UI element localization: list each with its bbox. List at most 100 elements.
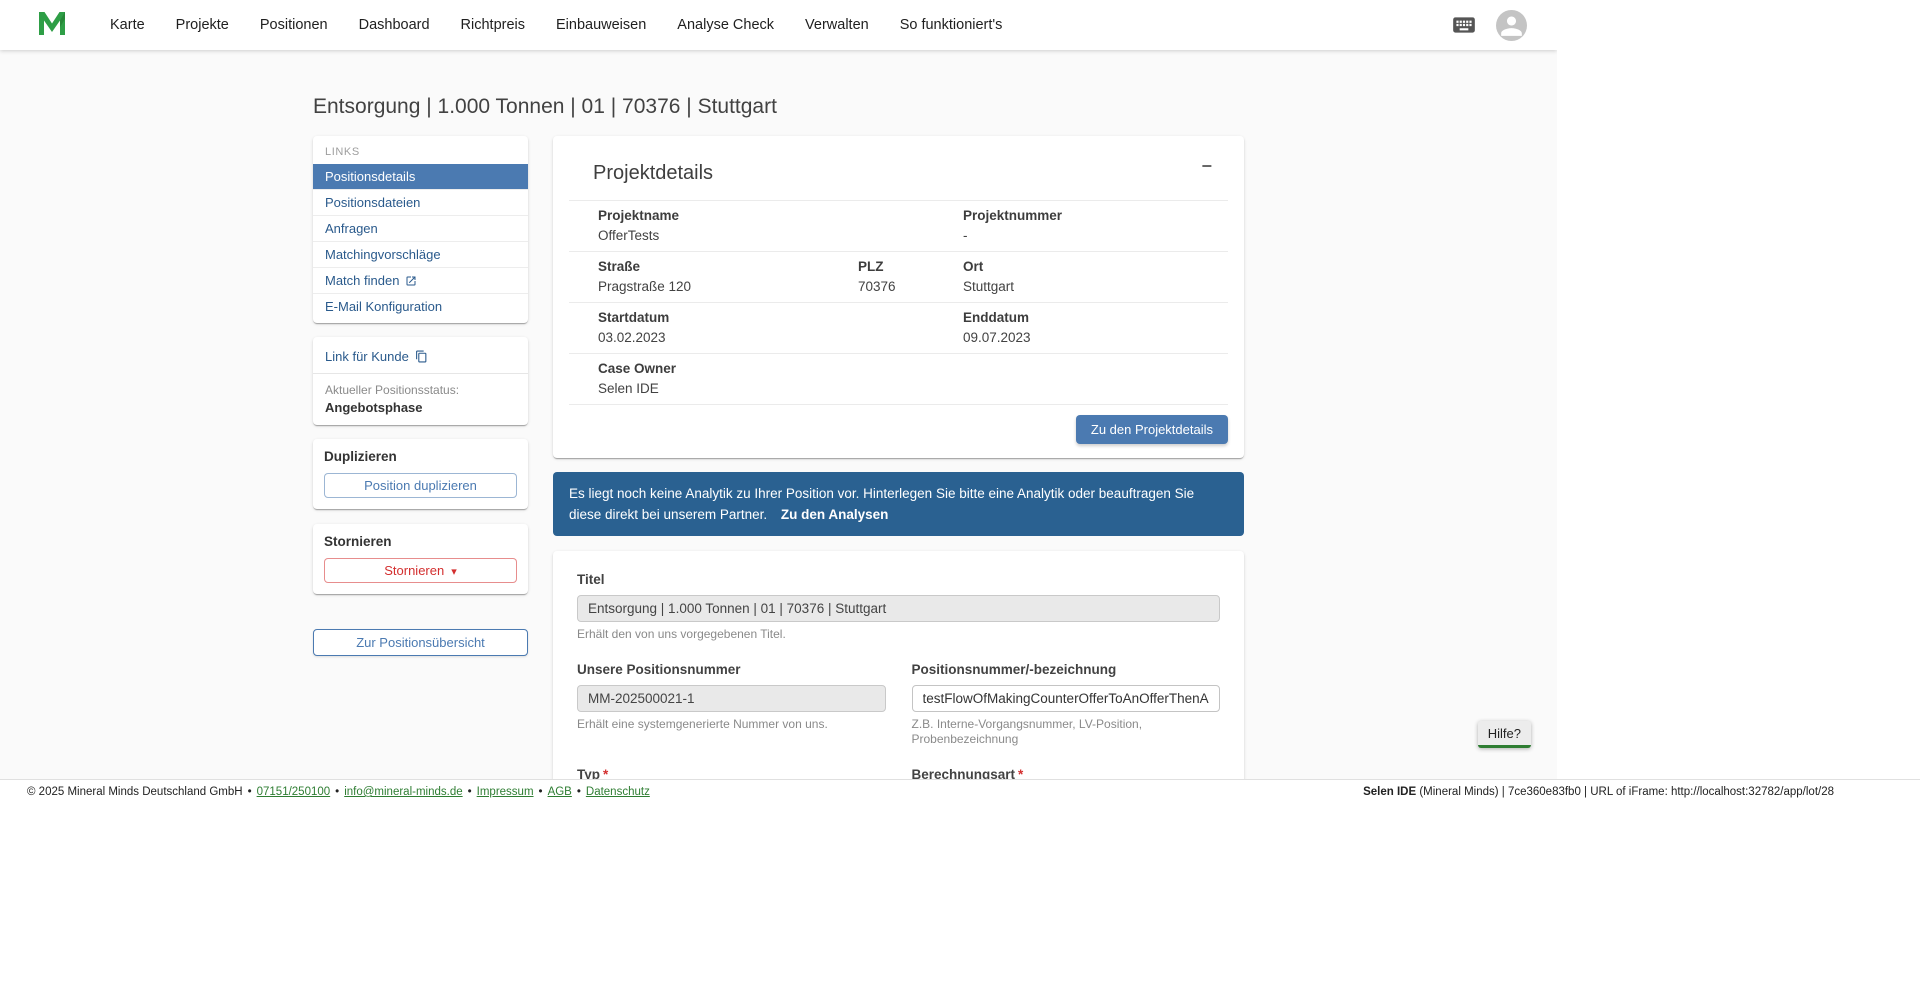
banner-analyses-link[interactable]: Zu den Analysen — [781, 507, 889, 522]
titel-label: Titel — [577, 572, 605, 587]
required-marker: * — [603, 767, 609, 779]
bezeichnung-label: Positionsnummer/-bezeichnung — [911, 662, 1117, 677]
sidebar-item-match-finden[interactable]: Match finden — [313, 267, 528, 293]
form-row: Unsere Positionsnummer Erhält eine syste… — [577, 661, 1220, 747]
footer-phone-link[interactable]: 07151/250100 — [257, 786, 331, 798]
external-link-icon — [405, 275, 417, 287]
field-label: Projektnummer — [963, 208, 1063, 223]
position-status-label: Aktueller Positionsstatus: — [325, 383, 460, 397]
sidebar-item-label: E-Mail Konfiguration — [325, 299, 443, 314]
footer-datenschutz-link[interactable]: Datenschutz — [586, 786, 650, 798]
footer-impressum-link[interactable]: Impressum — [477, 786, 534, 798]
field-label: Enddatum — [963, 310, 1029, 325]
footer-email-link[interactable]: info@mineral-minds.de — [344, 786, 462, 798]
field-label: Case Owner — [598, 361, 677, 376]
sidebar-item-positionsdetails[interactable]: Positionsdetails — [313, 164, 528, 189]
customer-link[interactable]: Link für Kunde — [313, 345, 528, 373]
footer: © 2025 Mineral Minds Deutschland GmbH • … — [0, 779, 1920, 804]
sidebar: LINKS Positionsdetails Positionsdateien … — [313, 136, 528, 656]
field-group-typ: Typ* Entsorgung ▾ Wählen Sie hier die Ar… — [577, 766, 886, 779]
field-ort: Ort Stuttgart — [963, 258, 1228, 295]
position-overview-button[interactable]: Zur Positionsübersicht — [313, 629, 528, 656]
sidebar-item-label: Matchingvorschläge — [325, 247, 441, 262]
field-label: Projektname — [598, 208, 680, 223]
positionsnummer-input — [577, 685, 886, 712]
form-row: Typ* Entsorgung ▾ Wählen Sie hier die Ar… — [577, 766, 1220, 779]
position-status-value: Angebotsphase — [325, 400, 423, 415]
field-enddatum: Enddatum 09.07.2023 — [963, 309, 1228, 346]
bezeichnung-helper: Z.B. Interne-Vorgangsnummer, LV-Position… — [911, 717, 1143, 746]
empty-cell — [963, 360, 1228, 397]
footer-user: Selen IDE — [1363, 786, 1417, 798]
copy-icon — [415, 350, 428, 363]
field-value: Stuttgart — [963, 279, 1015, 294]
field-group-titel: Titel Erhält den von uns vorgegebenen Ti… — [577, 571, 1220, 642]
user-avatar[interactable] — [1496, 9, 1527, 41]
field-plz: PLZ 70376 — [858, 258, 963, 295]
keyboard-icon[interactable] — [1451, 12, 1477, 38]
empty-cell — [858, 207, 963, 244]
field-strasse: Straße Pragstraße 120 — [569, 258, 858, 295]
field-case-owner: Case Owner Selen IDE — [569, 360, 858, 397]
nav-so-funktionierts[interactable]: So funktioniert's — [900, 17, 1003, 33]
sidebar-item-email-konfiguration[interactable]: E-Mail Konfiguration — [313, 293, 528, 319]
table-row: Startdatum 03.02.2023 Enddatum 09.07.202… — [569, 303, 1228, 354]
nav-richtpreis[interactable]: Richtpreis — [461, 17, 525, 33]
nav-analyse-check[interactable]: Analyse Check — [677, 17, 774, 33]
table-row: Projektname OfferTests Projektnummer - — [569, 200, 1228, 252]
mineral-minds-logo[interactable] — [37, 9, 67, 42]
cancel-button-label: Stornieren — [384, 563, 445, 578]
sidebar-item-matchingvorschlaege[interactable]: Matchingvorschläge — [313, 241, 528, 267]
collapse-icon[interactable]: − — [1195, 156, 1218, 176]
table-row: Straße Pragstraße 120 PLZ 70376 Ort Stut… — [569, 252, 1228, 303]
cancel-card: Stornieren Stornieren ▾ — [313, 524, 528, 594]
duplicate-position-button[interactable]: Position duplizieren — [324, 473, 517, 498]
empty-cell — [858, 360, 963, 397]
project-details-button[interactable]: Zu den Projektdetails — [1075, 415, 1228, 444]
field-startdatum: Startdatum 03.02.2023 — [569, 309, 858, 346]
nav-verwalten[interactable]: Verwalten — [805, 17, 869, 33]
field-value: Selen IDE — [598, 381, 659, 396]
footer-session-text: (Mineral Minds) | 7ce360e83fb0 | URL of … — [1416, 786, 1834, 798]
table-row: Case Owner Selen IDE — [569, 354, 1228, 405]
analytics-info-banner: Es liegt noch keine Analytik zu Ihrer Po… — [553, 472, 1244, 536]
field-label: Ort — [963, 259, 984, 274]
sidebar-item-anfragen[interactable]: Anfragen — [313, 215, 528, 241]
separator-bullet: • — [576, 786, 581, 798]
separator-bullet: • — [467, 786, 472, 798]
field-value: Pragstraße 120 — [598, 279, 692, 294]
typ-label: Typ * — [577, 766, 886, 779]
nav-dashboard[interactable]: Dashboard — [359, 17, 430, 33]
nav-karte[interactable]: Karte — [110, 17, 145, 33]
bezeichnung-input[interactable] — [911, 685, 1220, 712]
cancel-position-button[interactable]: Stornieren ▾ — [324, 558, 517, 583]
empty-cell — [858, 309, 963, 346]
nav-projekte[interactable]: Projekte — [176, 17, 229, 33]
footer-agb-link[interactable]: AGB — [548, 786, 572, 798]
sidebar-item-positionsdateien[interactable]: Positionsdateien — [313, 189, 528, 215]
separator-bullet: • — [538, 786, 543, 798]
links-card: LINKS Positionsdetails Positionsdateien … — [313, 136, 528, 323]
help-button[interactable]: Hilfe? — [1477, 721, 1531, 748]
customer-link-label: Link für Kunde — [325, 349, 409, 364]
field-value: 03.02.2023 — [598, 330, 666, 345]
nav-positionen[interactable]: Positionen — [260, 17, 328, 33]
caret-down-icon: ▾ — [451, 566, 457, 578]
position-form-card: Titel Erhält den von uns vorgegebenen Ti… — [553, 551, 1244, 779]
project-details-title: Projektdetails — [593, 162, 714, 184]
sidebar-item-label: Positionsdetails — [325, 169, 416, 184]
berechnungsart-label: Berechnungsart * — [912, 766, 1221, 779]
required-marker: * — [1018, 767, 1024, 779]
sidebar-item-label: Positionsdateien — [325, 195, 421, 210]
positionsnummer-label: Unsere Positionsnummer — [577, 662, 741, 677]
project-details-card: − Projektdetails Projektname OfferTests … — [553, 136, 1244, 458]
footer-info: © 2025 Mineral Minds Deutschland GmbH • … — [27, 786, 650, 798]
field-value: 70376 — [858, 279, 896, 294]
separator-bullet: • — [335, 786, 340, 798]
status-card: Link für Kunde Aktueller Positionsstatus… — [313, 337, 528, 425]
nav-einbauweisen[interactable]: Einbauweisen — [556, 17, 646, 33]
field-label: PLZ — [858, 259, 884, 274]
field-projektname: Projektname OfferTests — [569, 207, 858, 244]
berechnungsart-label-text: Berechnungsart — [911, 767, 1016, 779]
field-projektnummer: Projektnummer - — [963, 207, 1228, 244]
